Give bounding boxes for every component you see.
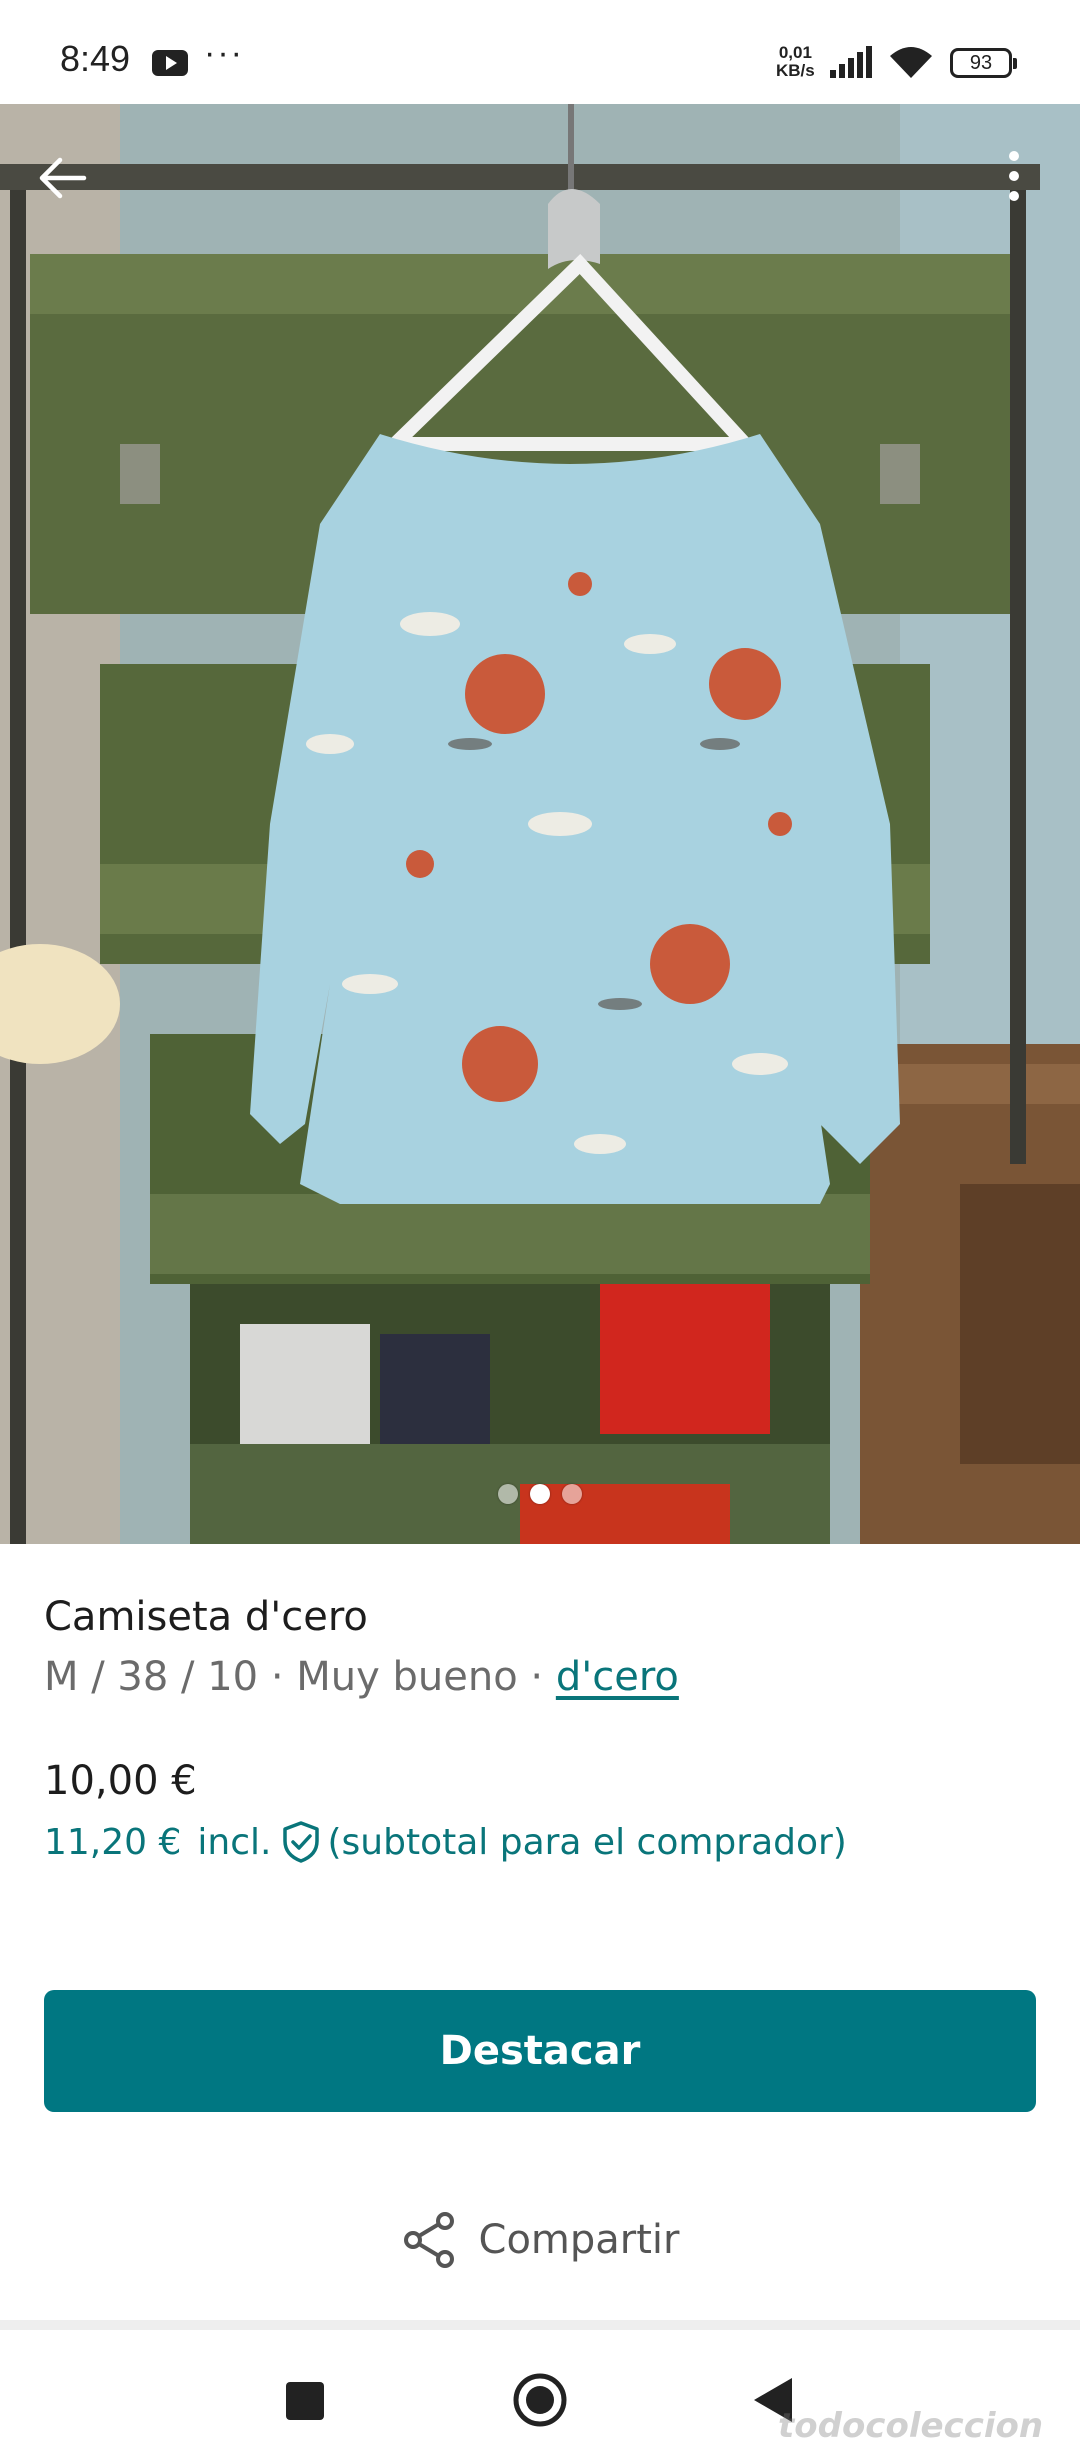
signal-icon — [830, 46, 872, 78]
buyer-price-row[interactable]: 11,20 € incl. (subtotal para el comprado… — [44, 1820, 847, 1864]
share-icon — [403, 2212, 454, 2268]
brand-link[interactable]: d'cero — [556, 1654, 679, 1700]
status-bar: 8:49 ··· 0,01 KB/s 93 — [0, 0, 1080, 104]
pager-dot[interactable] — [498, 1484, 518, 1504]
buyer-incl-label: incl. — [197, 1821, 272, 1863]
item-price: 10,00 € — [44, 1758, 197, 1804]
wifi-icon — [890, 47, 932, 78]
shield-check-icon — [283, 1821, 320, 1863]
item-title: Camiseta d'cero — [44, 1594, 368, 1640]
network-speed: 0,01 KB/s — [776, 44, 815, 80]
share-button[interactable]: Compartir — [0, 2200, 1080, 2280]
promote-button[interactable]: Destacar — [44, 1990, 1036, 2112]
product-photo-image — [0, 104, 1080, 1544]
pager-dot[interactable] — [562, 1484, 582, 1504]
network-speed-unit: KB/s — [776, 61, 815, 80]
buyer-price: 11,20 € — [44, 1821, 182, 1863]
share-label: Compartir — [478, 2217, 680, 2263]
more-notifications-indicator: ··· — [204, 34, 244, 72]
image-pager[interactable] — [0, 1484, 1080, 1514]
section-divider — [0, 2320, 1080, 2330]
item-details: M / 38 / 10 · Muy bueno · d'cero — [44, 1654, 679, 1700]
recent-apps-button[interactable] — [286, 2382, 324, 2420]
product-photo[interactable] — [0, 104, 1080, 1544]
more-vert-icon[interactable] — [1000, 148, 1028, 208]
pager-dot-active[interactable] — [530, 1484, 550, 1504]
watermark: todocoleccion — [778, 2406, 1044, 2446]
youtube-notification-icon — [152, 50, 188, 76]
battery-indicator: 93 — [950, 48, 1017, 78]
item-size-condition: M / 38 / 10 · Muy bueno · — [44, 1654, 556, 1700]
buyer-note: (subtotal para el comprador) — [327, 1821, 847, 1863]
status-time: 8:49 — [60, 38, 131, 79]
network-speed-value: 0,01 — [778, 43, 812, 62]
back-arrow-icon[interactable] — [34, 150, 90, 206]
home-button[interactable] — [512, 2372, 568, 2428]
